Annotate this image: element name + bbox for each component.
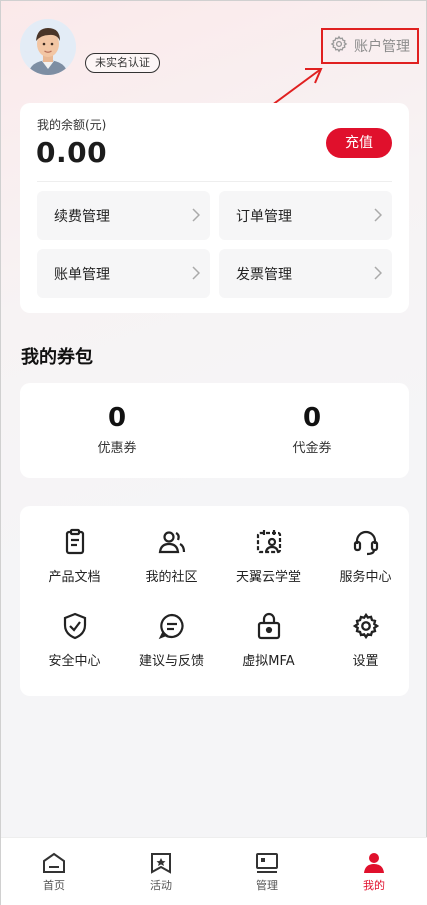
service-my-community[interactable]: 我的社区 [123,528,220,598]
discount-coupon-item[interactable]: 0 优惠券 [20,383,214,478]
classroom-icon [256,530,281,554]
service-label: 天翼云学堂 [235,570,301,585]
balance-value: 0.00 [36,136,108,169]
tab-label: 活动 [150,879,172,892]
gear-icon [330,35,348,57]
lock-icon [257,612,280,640]
chevron-right-icon [192,208,200,222]
service-virtual-mfa[interactable]: 虚拟MFA [220,612,317,682]
avatar[interactable] [20,19,76,75]
divider [37,181,392,182]
service-label: 服务中心 [339,570,392,585]
tab-activity[interactable]: 活动 [108,838,214,905]
invoice-management-item[interactable]: 发票管理 [219,249,392,298]
tab-label: 管理 [256,879,278,892]
profile-header: 未实名认证 账户管理 [1,1,427,126]
balance-label: 我的余额(元) [37,118,107,132]
service-product-docs[interactable]: 产品文档 [26,528,123,598]
verification-badge[interactable]: 未实名认证 [85,53,160,73]
balance-card: 我的余额(元) 0.00 充值 续费管理 订单管理 账单管理 发票管理 [20,103,409,313]
service-label: 虚拟MFA [242,654,295,669]
service-classroom[interactable]: 天翼云学堂 [220,528,317,598]
service-feedback[interactable]: 建议与反馈 [123,612,220,682]
services-card: 产品文档 我的社区 天翼云学堂 服务中心 安全中心 建议与反馈 虚拟MFA 设置 [20,506,409,696]
manage-icon [256,853,278,873]
account-management-button[interactable]: 账户管理 [321,28,419,64]
bottom-tab-bar: 首页 活动 管理 我的 [1,837,427,905]
bill-management-label: 账单管理 [54,266,110,283]
renewal-management-item[interactable]: 续费管理 [37,191,210,240]
service-label: 产品文档 [48,570,101,585]
tab-manage[interactable]: 管理 [214,838,320,905]
tab-home[interactable]: 首页 [1,838,107,905]
order-management-label: 订单管理 [236,208,292,225]
service-security-center[interactable]: 安全中心 [26,612,123,682]
service-label: 设置 [352,654,379,669]
account-management-label: 账户管理 [354,39,410,55]
feedback-icon [158,613,184,640]
coupon-card: 0 优惠券 0 代金券 [20,383,409,478]
recharge-button[interactable]: 充值 [326,128,392,158]
activity-icon [151,853,171,874]
chevron-right-icon [374,266,382,280]
service-service-center[interactable]: 服务中心 [317,528,414,598]
order-management-item[interactable]: 订单管理 [219,191,392,240]
tab-label: 首页 [43,879,65,892]
service-label: 安全中心 [48,654,101,669]
tab-profile[interactable]: 我的 [321,838,427,905]
headset-icon [353,530,378,556]
shield-icon [63,612,86,640]
voucher-count: 0 [302,403,322,433]
discount-coupon-count: 0 [107,403,127,433]
tab-label: 我的 [363,879,385,892]
profile-icon [364,853,384,873]
discount-coupon-label: 优惠券 [97,441,137,456]
coupon-section-title: 我的券包 [21,347,93,368]
document-icon [65,528,84,555]
voucher-label: 代金券 [292,441,332,456]
service-label: 建议与反馈 [138,654,204,669]
renewal-management-label: 续费管理 [54,208,110,225]
gear-icon [352,612,379,640]
chevron-right-icon [374,208,382,222]
service-settings[interactable]: 设置 [317,612,414,682]
chevron-right-icon [192,266,200,280]
bill-management-item[interactable]: 账单管理 [37,249,210,298]
voucher-item[interactable]: 0 代金券 [215,383,409,478]
service-label: 我的社区 [145,570,198,585]
invoice-management-label: 发票管理 [236,266,292,283]
home-icon [43,852,65,873]
community-icon [158,531,185,554]
